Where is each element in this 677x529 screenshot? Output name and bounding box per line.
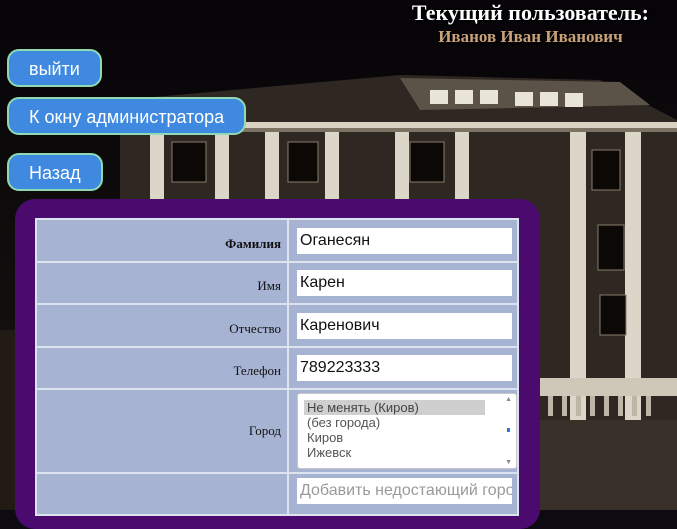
admin-window-button[interactable]: К окну администратора	[7, 97, 247, 135]
form-label-cell: Телефон	[35, 346, 289, 390]
form-row-patronymic: Отчество Каренович	[35, 303, 519, 348]
add-city-input[interactable]: Добавить недостающий город	[297, 478, 512, 504]
current-user-label: Текущий пользователь:	[411, 0, 649, 25]
form-label-cell: Город	[35, 388, 289, 474]
form-row-first-name: Имя Карен	[35, 261, 519, 305]
form-value-cell: 789223333	[287, 346, 519, 390]
form-value-cell: Карен	[287, 261, 519, 305]
city-option[interactable]: Киров	[304, 430, 485, 445]
form-value-cell: Оганесян	[287, 218, 519, 263]
last-name-label: Фамилия	[225, 236, 281, 251]
phone-label: Телефон	[233, 363, 281, 378]
city-option[interactable]: (без города)	[304, 415, 485, 430]
city-label: Город	[248, 423, 281, 438]
back-button[interactable]: Назад	[7, 153, 103, 191]
form-label-cell: Отчество	[35, 303, 289, 348]
last-name-input[interactable]: Оганесян	[297, 227, 512, 254]
form-label-cell: Имя	[35, 261, 289, 305]
logout-button[interactable]: выйти	[7, 49, 102, 87]
city-option[interactable]: Не менять (Киров)	[304, 400, 485, 415]
city-option[interactable]: Ижевск	[304, 445, 485, 460]
first-name-input[interactable]: Карен	[297, 270, 512, 296]
city-select[interactable]: Не менять (Киров) (без города) Киров Иже…	[297, 393, 517, 469]
form-value-cell: Добавить недостающий город	[287, 472, 519, 516]
form-value-cell: Каренович	[287, 303, 519, 348]
scroll-down-icon[interactable]: ▼	[505, 459, 512, 466]
form-row-phone: Телефон 789223333	[35, 346, 519, 390]
scroll-up-icon[interactable]: ▲	[505, 396, 512, 403]
user-edit-form: Фамилия Оганесян Имя Карен Отчество Каре…	[35, 218, 519, 516]
form-label-cell: Фамилия	[35, 218, 289, 263]
phone-input[interactable]: 789223333	[297, 355, 512, 381]
form-value-cell: Не менять (Киров) (без города) Киров Иже…	[287, 388, 519, 474]
current-user-name: Иванов Иван Иванович	[438, 27, 623, 46]
current-user-block: Текущий пользователь: Иванов Иван Иванов…	[412, 0, 649, 48]
first-name-label: Имя	[257, 278, 281, 293]
form-row-last-name: Фамилия Оганесян	[35, 218, 519, 263]
patronymic-label: Отчество	[229, 321, 281, 336]
scrollbar-thumb[interactable]	[507, 428, 510, 432]
form-row-city: Город Не менять (Киров) (без города) Кир…	[35, 388, 519, 474]
form-label-cell	[35, 472, 289, 516]
form-row-add-city: Добавить недостающий город	[35, 472, 519, 516]
patronymic-input[interactable]: Каренович	[297, 312, 512, 339]
